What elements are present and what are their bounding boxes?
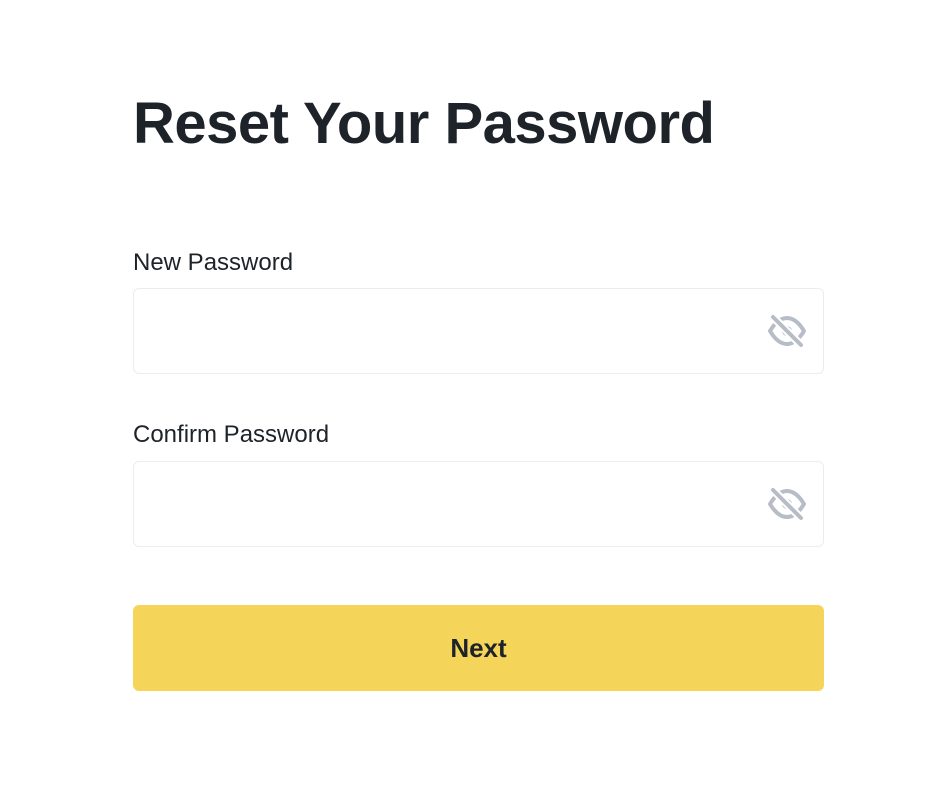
eye-slash-icon	[768, 486, 806, 522]
new-password-visibility-toggle[interactable]	[767, 313, 807, 349]
confirm-password-label: Confirm Password	[133, 421, 330, 448]
new-password-input[interactable]	[150, 289, 760, 373]
confirm-password-field-box	[133, 461, 824, 547]
next-button[interactable]: Next	[133, 605, 824, 691]
page-title: Reset Your Password	[133, 91, 715, 156]
new-password-field-box	[133, 288, 824, 374]
new-password-label: New Password	[133, 249, 294, 276]
eye-slash-icon	[768, 313, 806, 349]
confirm-password-visibility-toggle[interactable]	[767, 486, 807, 522]
confirm-password-input[interactable]	[150, 462, 760, 546]
